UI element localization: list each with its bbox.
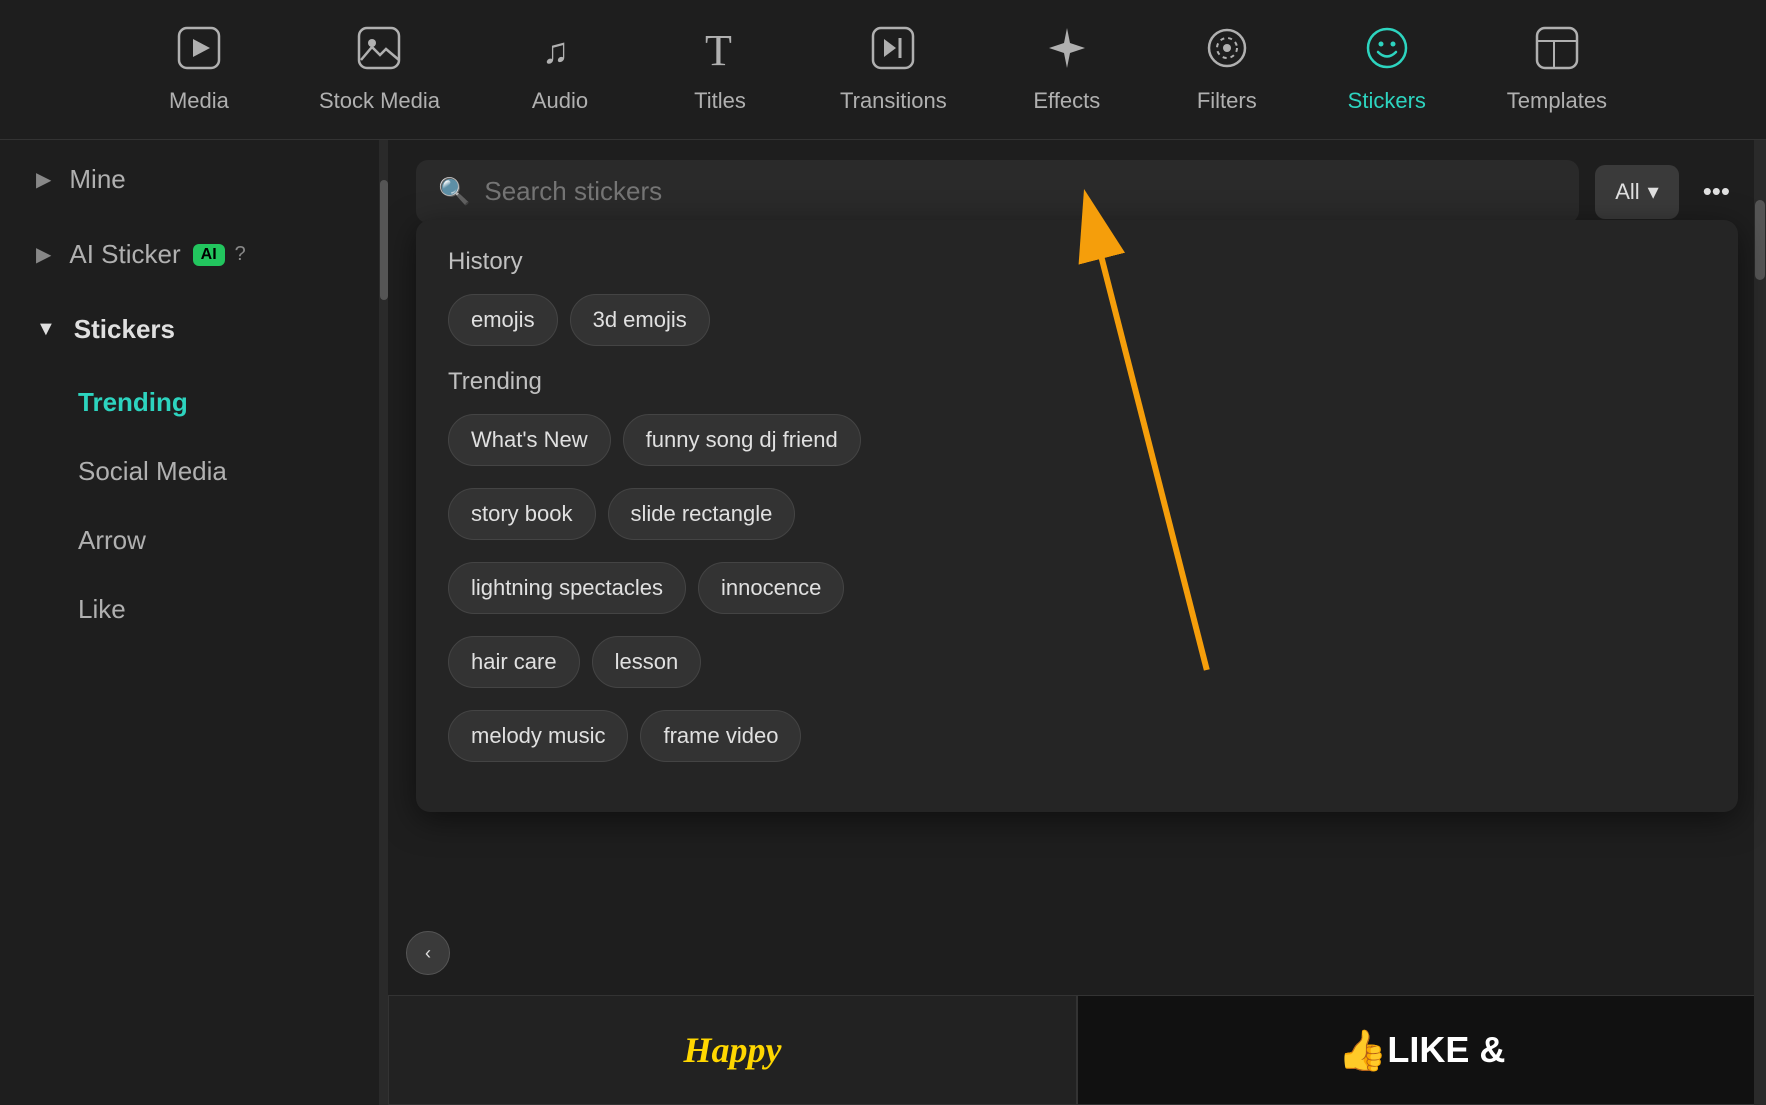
transitions-icon [870, 25, 916, 78]
history-label: History [448, 248, 1706, 276]
help-icon[interactable]: ? [235, 243, 246, 266]
trending-label: Trending [448, 368, 1706, 396]
tag-funny-song[interactable]: funny song dj friend [623, 414, 861, 466]
sticker-like-text: LIKE & [1387, 1029, 1505, 1071]
toolbar-label-effects: Effects [1033, 88, 1100, 114]
sidebar-sub-label-like: Like [78, 594, 126, 624]
stock-media-icon [356, 25, 402, 78]
chevron-down-icon: ▼ [36, 318, 56, 341]
more-icon: ••• [1703, 176, 1730, 206]
filter-dropdown-button[interactable]: All ▾ [1595, 165, 1679, 219]
sidebar-item-mine[interactable]: ▶ Mine [8, 144, 371, 215]
more-options-button[interactable]: ••• [1695, 168, 1738, 215]
toolbar-item-audio[interactable]: ♫ Audio [480, 9, 640, 130]
sidebar-item-ai-sticker[interactable]: ▶ AI Sticker AI ? [8, 219, 371, 290]
tag-hair-care[interactable]: hair care [448, 636, 580, 688]
sidebar-sub-item-arrow[interactable]: Arrow [8, 507, 371, 574]
sidebar-item-stickers[interactable]: ▼ Stickers [8, 294, 371, 365]
collapse-panel-button[interactable]: ‹ [406, 931, 450, 975]
content-scrollbar[interactable] [1754, 140, 1766, 1105]
toolbar-item-media[interactable]: Media [119, 9, 279, 130]
thumbs-up-icon: 👍 [1338, 1027, 1388, 1074]
svg-text:♫: ♫ [542, 30, 569, 71]
chevron-right-icon-ai: ▶ [36, 242, 51, 267]
sidebar-sub-item-social-media[interactable]: Social Media [8, 438, 371, 505]
trending-tags-row-3: lightning spectacles innocence [448, 562, 1706, 614]
toolbar-label-filters: Filters [1197, 88, 1257, 114]
sidebar-sub-label-social-media: Social Media [78, 456, 227, 486]
tag-story-book[interactable]: story book [448, 488, 596, 540]
tag-lesson[interactable]: lesson [592, 636, 702, 688]
chevron-down-icon: ▾ [1648, 179, 1659, 205]
toolbar-item-transitions[interactable]: Transitions [800, 9, 987, 130]
tag-lightning-spectacles[interactable]: lightning spectacles [448, 562, 686, 614]
audio-icon: ♫ [537, 25, 583, 78]
sidebar-sub-label-trending: Trending [78, 387, 188, 417]
chevron-right-icon: ▶ [36, 167, 51, 192]
history-tags: emojis 3d emojis [448, 294, 1706, 346]
tag-frame-video[interactable]: frame video [640, 710, 801, 762]
toolbar-label-transitions: Transitions [840, 88, 947, 114]
svg-text:T: T [705, 26, 732, 71]
filter-label: All [1615, 179, 1639, 205]
sidebar-label-stickers: Stickers [74, 314, 175, 345]
sidebar-sub-label-arrow: Arrow [78, 525, 146, 555]
search-input[interactable] [484, 176, 1557, 207]
toolbar-label-stickers: Stickers [1348, 88, 1426, 114]
sticker-happy-text: Happy [684, 1029, 782, 1071]
toolbar-label-stock-media: Stock Media [319, 88, 440, 114]
tag-whats-new[interactable]: What's New [448, 414, 611, 466]
sidebar: ▶ Mine ▶ AI Sticker AI ? ▼ Stickers Tren… [0, 140, 380, 1105]
search-bar[interactable]: 🔍 [416, 160, 1579, 223]
titles-icon: T [697, 25, 743, 78]
sidebar-label-ai-sticker: AI Sticker [69, 239, 180, 270]
toolbar-item-titles[interactable]: T Titles [640, 9, 800, 130]
main-area: ▶ Mine ▶ AI Sticker AI ? ▼ Stickers Tren… [0, 140, 1766, 1105]
tag-emojis[interactable]: emojis [448, 294, 558, 346]
sticker-preview-like[interactable]: 👍 LIKE & [1077, 995, 1766, 1105]
toolbar-label-titles: Titles [694, 88, 746, 114]
effects-icon [1044, 25, 1090, 78]
toolbar: Media Stock Media ♫ Audio T Titles [0, 0, 1766, 140]
trending-tags-row-2: story book slide rectangle [448, 488, 1706, 540]
sidebar-sub-item-trending[interactable]: Trending [8, 369, 371, 436]
media-icon [176, 25, 222, 78]
sticker-preview-happy[interactable]: Happy [388, 995, 1077, 1105]
trending-tags-row-5: melody music frame video [448, 710, 1706, 762]
stickers-icon [1364, 25, 1410, 78]
toolbar-item-stock-media[interactable]: Stock Media [279, 9, 480, 130]
trending-tags-row-1: What's New funny song dj friend [448, 414, 1706, 466]
ai-badge: AI [193, 244, 225, 266]
templates-icon [1534, 25, 1580, 78]
toolbar-item-effects[interactable]: Effects [987, 9, 1147, 130]
toolbar-item-templates[interactable]: Templates [1467, 9, 1647, 130]
toolbar-label-media: Media [169, 88, 229, 114]
bottom-stickers-preview: Happy 👍 LIKE & [388, 995, 1766, 1105]
content-scrollbar-thumb [1755, 200, 1765, 280]
sidebar-scrollbar[interactable] [380, 140, 388, 1105]
toolbar-label-audio: Audio [532, 88, 588, 114]
chevron-left-icon: ‹ [425, 943, 431, 964]
sidebar-sub-item-like[interactable]: Like [8, 576, 371, 643]
search-dropdown: History emojis 3d emojis Trending What's… [416, 220, 1738, 812]
scrollbar-thumb [380, 180, 388, 300]
tag-melody-music[interactable]: melody music [448, 710, 628, 762]
toolbar-label-templates: Templates [1507, 88, 1607, 114]
filters-icon [1204, 25, 1250, 78]
tag-slide-rectangle[interactable]: slide rectangle [608, 488, 796, 540]
trending-tags-row-4: hair care lesson [448, 636, 1706, 688]
sidebar-label-mine: Mine [69, 164, 125, 195]
content-panel: 🔍 All ▾ ••• History emojis 3d emojis [388, 140, 1766, 1105]
tag-3d-emojis[interactable]: 3d emojis [570, 294, 710, 346]
search-icon: 🔍 [438, 176, 470, 207]
toolbar-item-stickers[interactable]: Stickers [1307, 9, 1467, 130]
toolbar-item-filters[interactable]: Filters [1147, 9, 1307, 130]
tag-innocence[interactable]: innocence [698, 562, 844, 614]
